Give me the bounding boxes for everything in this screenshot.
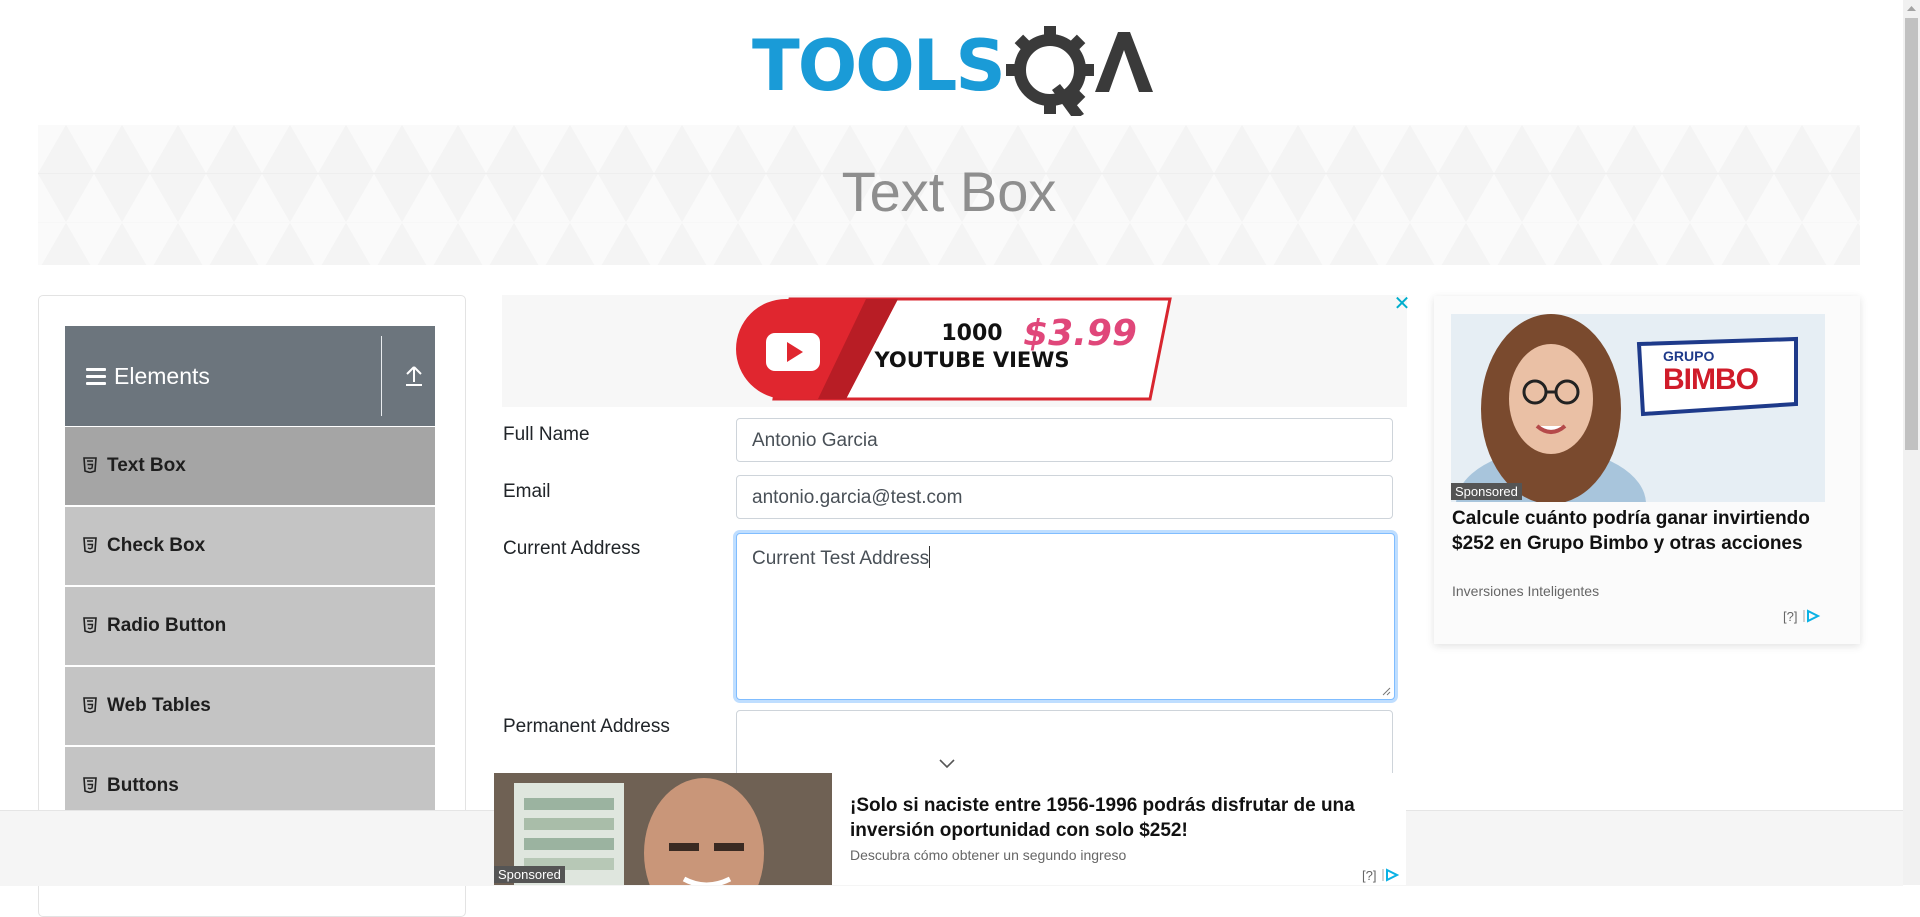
- close-icon[interactable]: ✕: [1393, 294, 1411, 314]
- html5-icon: [83, 617, 97, 633]
- sidebar-group-title: Elements: [114, 363, 210, 389]
- youtube-views-ad[interactable]: 1000 YOUTUBE VIEWS $3.99: [502, 295, 1407, 407]
- current-address-label: Current Address: [503, 538, 641, 559]
- ad-headline[interactable]: Calcule cuánto podría ganar invirtiendo …: [1452, 506, 1822, 556]
- ad-price: $3.99: [1023, 313, 1137, 354]
- full-name-value: Antonio Garcia: [752, 430, 878, 451]
- sidebar-item-label: Web Tables: [107, 695, 211, 716]
- sidebar-item-label: Radio Button: [107, 615, 227, 636]
- scrollbar-thumb[interactable]: [1905, 18, 1918, 450]
- text-caret: [929, 546, 931, 568]
- brand-small: GRUPO: [1663, 348, 1715, 364]
- ad-source: Inversiones Inteligentes: [1452, 583, 1600, 599]
- svg-text:TOOLS: TOOLS: [752, 25, 1004, 107]
- hamburger-icon: [86, 368, 106, 386]
- email-value: antonio.garcia@test.com: [752, 487, 963, 508]
- header-divider: [381, 336, 382, 416]
- brand-big: BIMBO: [1663, 363, 1759, 396]
- sidebar-item-label: Buttons: [107, 775, 179, 796]
- html5-icon: [83, 697, 97, 713]
- bottom-ad-photo: Sponsored: [494, 773, 832, 885]
- html5-icon: [83, 537, 97, 553]
- bottom-sticky-ad[interactable]: Sponsored ¡Solo si naciste entre 1956-19…: [494, 773, 1406, 885]
- sidebar-item-check-box[interactable]: Check Box: [65, 507, 435, 587]
- current-address-textarea[interactable]: Current Test Address: [736, 533, 1395, 700]
- scroll-up-arrow-icon[interactable]: [1903, 0, 1920, 17]
- bottom-ad-headline[interactable]: ¡Solo si naciste entre 1956-1996 podrás …: [850, 793, 1400, 843]
- sponsored-tag: Sponsored: [1451, 483, 1522, 500]
- resize-grip-icon[interactable]: [1381, 686, 1391, 696]
- adchoices-icon[interactable]: [?]: [1783, 608, 1822, 626]
- sponsored-tag: Sponsored: [494, 866, 565, 883]
- html5-icon: [83, 457, 97, 473]
- page-title: Text Box: [841, 160, 1057, 223]
- current-address-value: Current Test Address: [752, 548, 930, 569]
- ad-photo: GRUPO BIMBO Sponsored: [1451, 314, 1825, 502]
- collapse-up-icon[interactable]: [403, 364, 425, 388]
- email-input[interactable]: antonio.garcia@test.com: [736, 475, 1393, 519]
- bottom-ad-subtext: Descubra cómo obtener un segundo ingreso: [850, 847, 1127, 863]
- page-banner: Text Box: [38, 125, 1860, 265]
- full-name-input[interactable]: Antonio Garcia: [736, 418, 1393, 462]
- html5-icon: [83, 777, 97, 793]
- sidebar-item-radio-button[interactable]: Radio Button: [65, 587, 435, 667]
- adchoices-icon[interactable]: [?]: [1362, 867, 1401, 885]
- sidebar-item-text-box[interactable]: Text Box: [65, 427, 435, 507]
- permanent-address-label: Permanent Address: [503, 716, 670, 737]
- chevron-down-icon[interactable]: [937, 757, 957, 769]
- email-label: Email: [503, 481, 551, 502]
- ad-line1: 1000: [941, 321, 1002, 346]
- sidebar-item-web-tables[interactable]: Web Tables: [65, 667, 435, 747]
- toolsqa-logo[interactable]: TOOLS: [750, 20, 1155, 120]
- bimbo-ad[interactable]: GRUPO BIMBO Sponsored Calcule cuánto pod…: [1434, 296, 1860, 644]
- full-name-label: Full Name: [503, 424, 590, 445]
- sidebar-item-label: Check Box: [107, 535, 206, 556]
- sidebar-item-label: Text Box: [107, 455, 186, 476]
- sidebar-group-elements[interactable]: Elements: [65, 326, 435, 426]
